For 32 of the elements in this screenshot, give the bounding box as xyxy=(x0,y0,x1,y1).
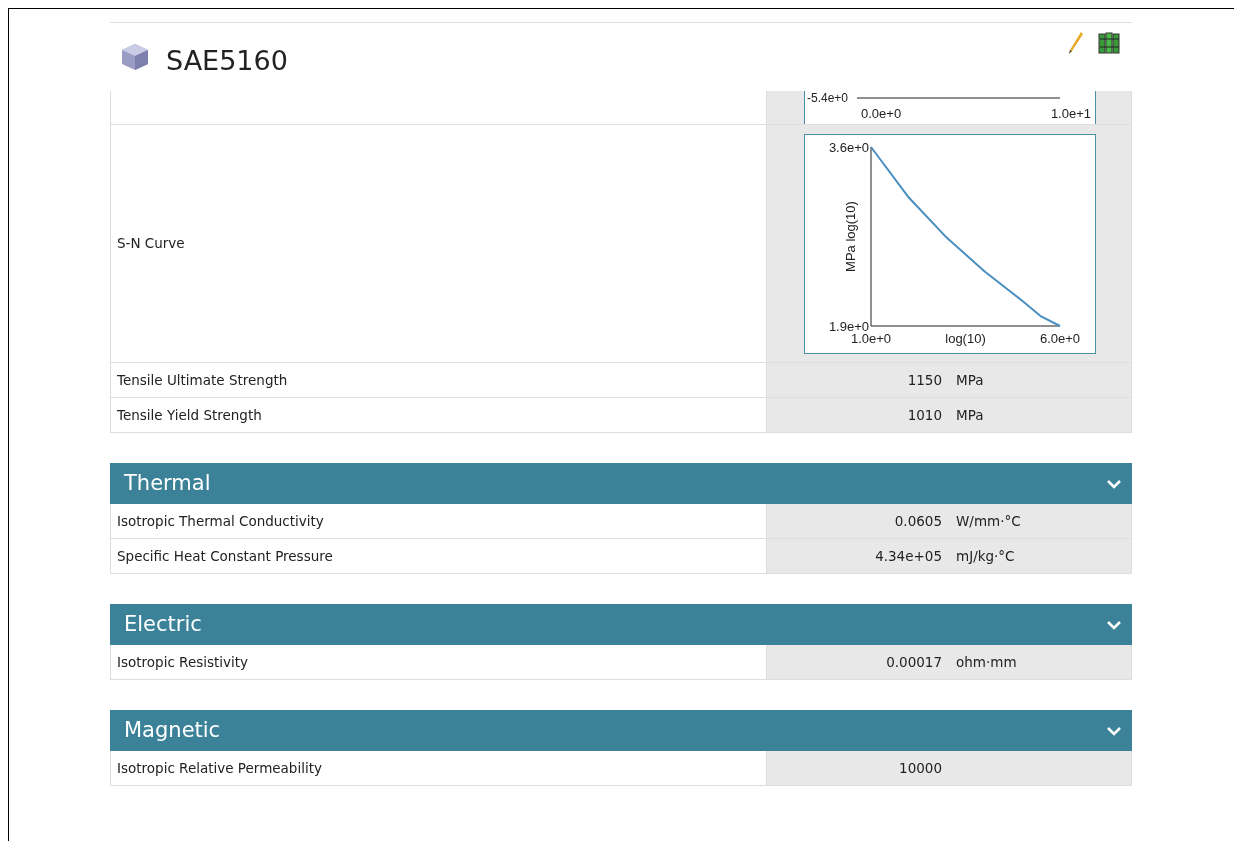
unit-label: MPa xyxy=(956,405,984,425)
chevron-icon xyxy=(1106,724,1122,737)
chevron-icon xyxy=(1106,618,1122,631)
property-value: 1150 xyxy=(906,370,942,390)
section-header[interactable]: Electric xyxy=(110,604,1132,645)
unit-label: ohm·mm xyxy=(956,652,1017,672)
tick-label: 1.0e+0 xyxy=(850,330,892,346)
books-icon[interactable] xyxy=(1098,31,1120,55)
section-title: Thermal xyxy=(124,469,211,497)
property-value: 10000 xyxy=(898,758,942,778)
axis-label: log(10) xyxy=(945,330,986,346)
unit-label: mJ/kg·°C xyxy=(956,546,1015,566)
axis-label: MPa log(10) xyxy=(843,200,858,272)
tick-label: 0.0e+0 xyxy=(861,105,902,121)
tick-label: 6.0e+0 xyxy=(1039,330,1081,346)
chevron-icon xyxy=(1106,477,1122,490)
tick-label: -5.4e+0 xyxy=(807,91,849,105)
unit-label: MPa xyxy=(956,370,984,390)
section-title: Magnetic xyxy=(124,716,221,744)
unit-label: W/mm·°C xyxy=(956,511,1021,531)
property-value: 0.00017 xyxy=(885,652,942,672)
section-header[interactable]: Thermal xyxy=(110,463,1132,504)
property-value: 0.0605 xyxy=(893,511,942,531)
tick-label: 1.0e+1 xyxy=(1050,105,1091,121)
tick-label: 1.9e+0 xyxy=(828,318,869,333)
tick-label: 3.6e+0 xyxy=(828,139,869,154)
section-header[interactable]: Magnetic xyxy=(110,710,1132,751)
section-title: Electric xyxy=(124,610,202,638)
property-value: 1010 xyxy=(906,405,942,425)
material-title: SAE5160 xyxy=(166,43,288,78)
cube-icon xyxy=(120,42,150,72)
property-value: 4.34e+05 xyxy=(874,546,942,566)
